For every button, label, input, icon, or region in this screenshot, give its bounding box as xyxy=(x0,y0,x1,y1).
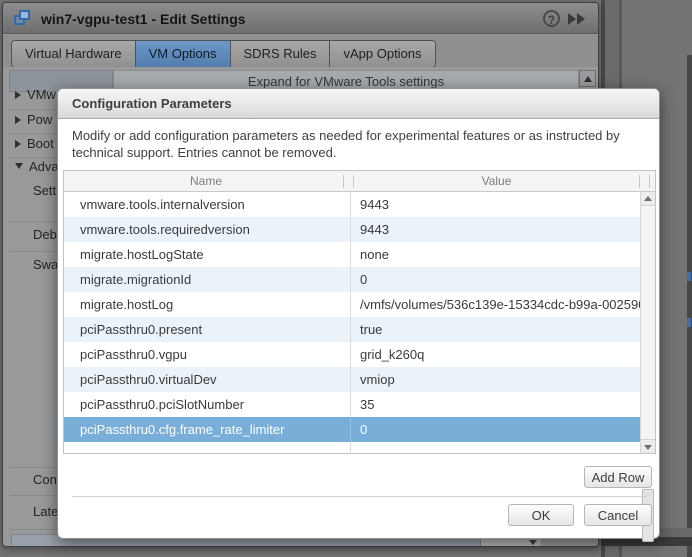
scrollbar-up-button[interactable] xyxy=(641,192,655,206)
table-row[interactable]: migrate.hostLogStatenone xyxy=(64,242,655,267)
scrollbar-down-button[interactable] xyxy=(641,439,655,453)
table-row[interactable] xyxy=(64,442,655,453)
screen: win7-vgpu-test1 - Edit Settings ? Virtua… xyxy=(0,0,692,557)
table-row[interactable]: pciPassthru0.pciSlotNumber35 xyxy=(64,392,655,417)
table-row[interactable]: migrate.migrationId0 xyxy=(64,267,655,292)
scrollbar-up-icon xyxy=(644,196,652,201)
cell-value[interactable]: /vmfs/volumes/536c139e-15334cdc-b99a-002… xyxy=(351,292,655,317)
modal-description: Modify or add configuration parameters a… xyxy=(72,127,652,161)
ok-button[interactable]: OK xyxy=(508,504,574,526)
cell-name[interactable]: pciPassthru0.pciSlotNumber xyxy=(64,392,351,417)
table-scrollbar[interactable] xyxy=(640,192,655,453)
tree-item-label: Swa xyxy=(33,257,58,272)
dropdown-arrow-icon xyxy=(529,540,537,545)
modal-titlebar[interactable]: Configuration Parameters xyxy=(58,89,659,119)
table-row[interactable]: pciPassthru0.vgpugrid_k260q xyxy=(64,342,655,367)
cell-value[interactable]: 9443 xyxy=(351,192,655,217)
column-header-name[interactable]: Name xyxy=(64,171,348,191)
tree-item-boot[interactable]: Boot xyxy=(15,136,54,152)
edit-settings-titlebar[interactable]: win7-vgpu-test1 - Edit Settings ? xyxy=(3,3,598,34)
tree-item-label: Setti xyxy=(33,183,59,198)
tree-item-late[interactable]: Late xyxy=(33,504,58,520)
cell-name[interactable]: vmware.tools.internalversion xyxy=(64,192,351,217)
tree-item-label: Adva xyxy=(29,159,59,174)
cell-value[interactable]: vmiop xyxy=(351,367,655,392)
expand-icon[interactable] xyxy=(15,140,21,148)
cell-name[interactable]: pciPassthru0.virtualDev xyxy=(64,367,351,392)
tree-item-label: Pow xyxy=(27,112,52,127)
tree-item-setti[interactable]: Setti xyxy=(33,183,59,199)
column-resize-handle[interactable] xyxy=(343,175,344,188)
column-resize-handle[interactable] xyxy=(649,175,650,188)
column-header-value[interactable]: Value xyxy=(354,171,639,191)
modal-title: Configuration Parameters xyxy=(72,96,232,111)
collapse-icon[interactable] xyxy=(15,163,23,169)
table-header: Name Value xyxy=(64,171,655,192)
tree-item-label: Late xyxy=(33,504,58,519)
cell-name[interactable] xyxy=(64,442,351,453)
cancel-button[interactable]: Cancel xyxy=(584,504,652,526)
tab-bar: Virtual HardwareVM OptionsSDRS RulesvApp… xyxy=(11,40,436,68)
cell-value[interactable]: 0 xyxy=(351,417,655,442)
tab-sdrs-rules[interactable]: SDRS Rules xyxy=(231,41,331,67)
cell-name[interactable]: vmware.tools.requiredversion xyxy=(64,217,351,242)
column-resize-handle[interactable] xyxy=(353,175,354,188)
tree-item-adva[interactable]: Adva xyxy=(15,159,59,175)
scrollbar-down-icon xyxy=(644,445,652,450)
table-row[interactable]: migrate.hostLog/vmfs/volumes/536c139e-15… xyxy=(64,292,655,317)
expand-icon[interactable] xyxy=(15,116,21,124)
table-row[interactable]: pciPassthru0.virtualDevvmiop xyxy=(64,367,655,392)
tree-item-label: Boot xyxy=(27,136,54,151)
background-right-strip xyxy=(687,55,692,557)
cell-name[interactable]: pciPassthru0.cfg.frame_rate_limiter xyxy=(64,417,351,442)
cell-value[interactable] xyxy=(351,442,655,453)
tree-item-swa[interactable]: Swa xyxy=(33,257,58,273)
cell-value[interactable]: 0 xyxy=(351,267,655,292)
cell-name[interactable]: migrate.hostLogState xyxy=(64,242,351,267)
tree-item-label: VMw xyxy=(27,87,56,102)
vm-icon xyxy=(14,10,32,27)
add-row-button[interactable]: Add Row xyxy=(584,466,652,488)
cell-name[interactable]: migrate.hostLog xyxy=(64,292,351,317)
cell-value[interactable]: grid_k260q xyxy=(351,342,655,367)
table-row[interactable]: pciPassthru0.cfg.frame_rate_limiter0 xyxy=(64,417,655,442)
tab-vapp-options[interactable]: vApp Options xyxy=(330,41,434,67)
expand-icon[interactable] xyxy=(15,91,21,99)
cell-value[interactable]: 35 xyxy=(351,392,655,417)
popout-icon[interactable] xyxy=(568,13,586,25)
cell-value[interactable]: 9443 xyxy=(351,217,655,242)
column-resize-handle[interactable] xyxy=(639,175,640,188)
tab-strip: Virtual HardwareVM OptionsSDRS RulesvApp… xyxy=(3,35,598,67)
help-icon[interactable]: ? xyxy=(543,10,560,27)
configuration-parameters-dialog: Configuration Parameters Modify or add c… xyxy=(57,88,660,539)
parameters-table: Name Value vmware.tools.internalversion9… xyxy=(63,170,656,454)
table-row[interactable]: pciPassthru0.presenttrue xyxy=(64,317,655,342)
table-row[interactable]: vmware.tools.internalversion9443 xyxy=(64,192,655,217)
background-accent-mark xyxy=(687,272,691,281)
modal-separator xyxy=(72,496,647,497)
background-accent-mark xyxy=(687,318,691,327)
table-row[interactable]: vmware.tools.requiredversion9443 xyxy=(64,217,655,242)
tab-virtual-hardware[interactable]: Virtual Hardware xyxy=(12,41,136,67)
cell-name[interactable]: migrate.migrationId xyxy=(64,267,351,292)
cell-name[interactable]: pciPassthru0.vgpu xyxy=(64,342,351,367)
window-title: win7-vgpu-test1 - Edit Settings xyxy=(41,11,246,27)
cell-name[interactable]: pciPassthru0.present xyxy=(64,317,351,342)
table-body: vmware.tools.internalversion9443vmware.t… xyxy=(64,192,655,453)
tree-item-pow[interactable]: Pow xyxy=(15,112,52,128)
cell-value[interactable]: none xyxy=(351,242,655,267)
tree-item-vmw[interactable]: VMw xyxy=(15,87,56,103)
tab-vm-options[interactable]: VM Options xyxy=(136,41,231,67)
cell-value[interactable]: true xyxy=(351,317,655,342)
